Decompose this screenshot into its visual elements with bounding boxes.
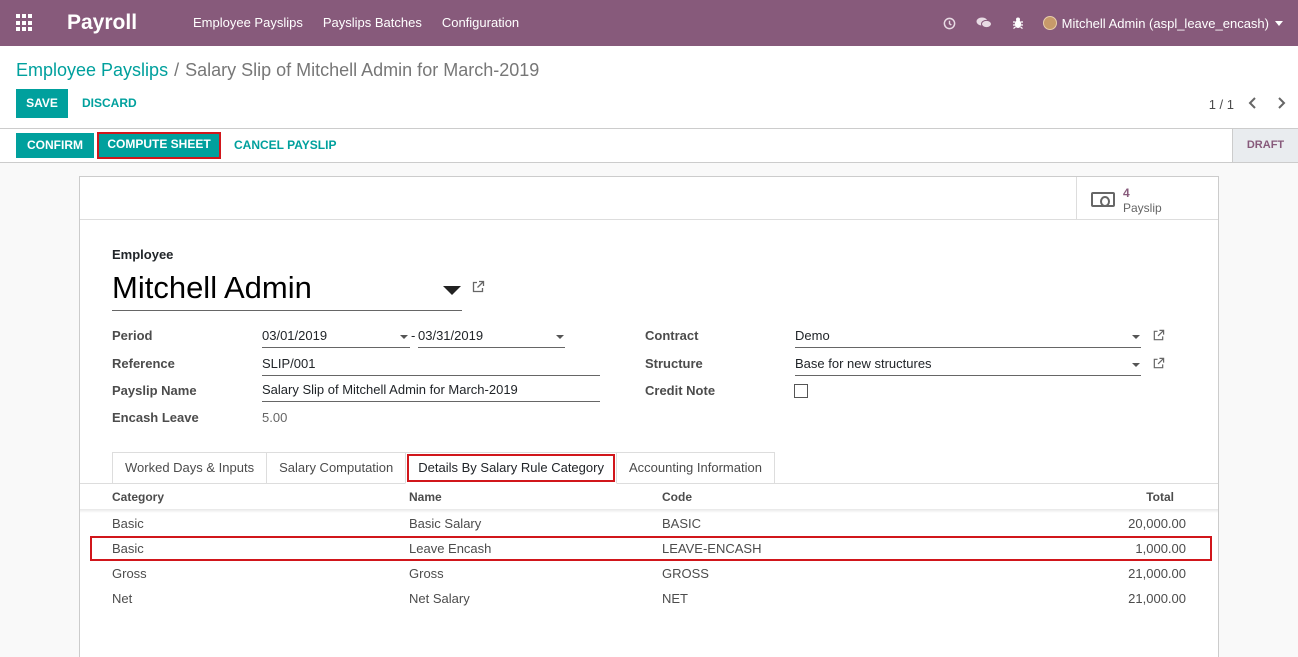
structure-field[interactable]: Base for new structures	[795, 354, 1141, 376]
credit-note-checkbox[interactable]	[794, 384, 808, 398]
pager-value[interactable]: 1 / 1	[1209, 97, 1234, 112]
column-category[interactable]: Category	[112, 490, 164, 504]
apps-menu-icon[interactable]	[16, 14, 34, 32]
status-bar: CONFIRM COMPUTE SHEET CANCEL PAYSLIP DRA…	[0, 129, 1298, 163]
date-separator: -	[411, 328, 416, 343]
table-row[interactable]: Basic Basic Salary BASIC 20,000.00	[80, 511, 1218, 536]
form-sheet: 4 Payslip Employee Mitchell Admin Period…	[79, 176, 1219, 657]
cell-name: Net Salary	[409, 591, 470, 606]
control-panel: Employee Payslips / Salary Slip of Mitchel…	[0, 46, 1298, 129]
notebook-tabs: Worked Days & Inputs Salary Computation …	[112, 452, 775, 484]
cell-total: 20,000.00	[1128, 516, 1186, 531]
tab-salary-computation[interactable]: Salary Computation	[266, 452, 407, 484]
column-code[interactable]: Code	[662, 490, 692, 504]
employee-field[interactable]: Mitchell Admin	[112, 269, 462, 311]
credit-note-label: Credit Note	[645, 383, 716, 398]
breadcrumb-separator: /	[174, 60, 180, 80]
encash-leave-value: 5.00	[262, 410, 288, 425]
confirm-button[interactable]: CONFIRM	[16, 133, 94, 158]
external-link-icon[interactable]	[471, 280, 485, 294]
discard-button[interactable]: DISCARD	[82, 96, 137, 110]
menu-item-configuration[interactable]: Configuration	[432, 0, 529, 46]
contract-caret-icon[interactable]	[1132, 335, 1140, 339]
table-header: Category Name Code Total	[80, 484, 1218, 510]
contract-external-link-icon[interactable]	[1152, 329, 1166, 343]
tab-worked-days-inputs[interactable]: Worked Days & Inputs	[112, 452, 268, 484]
payslip-name-label: Payslip Name	[112, 383, 197, 398]
tab-accounting-information[interactable]: Accounting Information	[615, 452, 775, 484]
cell-code: BASIC	[662, 516, 702, 531]
user-menu[interactable]: Mitchell Admin (aspl_leave_encash)	[1035, 16, 1298, 31]
chat-icon[interactable]	[967, 0, 1001, 46]
cell-category: Basic	[112, 516, 144, 531]
cell-code: GROSS	[662, 566, 709, 581]
cell-name: Leave Encash	[409, 541, 492, 556]
table-row-leave-encash[interactable]: Basic Leave Encash LEAVE-ENCASH 1,000.00	[90, 536, 1212, 561]
user-name: Mitchell Admin (aspl_leave_encash)	[1061, 15, 1269, 31]
breadcrumb-parent[interactable]: Employee Payslips	[16, 60, 168, 80]
chevron-left-icon[interactable]	[1244, 92, 1262, 114]
encash-leave-label: Encash Leave	[112, 410, 199, 425]
cell-category: Gross	[112, 566, 147, 581]
clock-icon[interactable]	[933, 0, 967, 46]
cell-code: LEAVE-ENCASH	[662, 541, 762, 556]
tab-details-by-salary-rule-category[interactable]: Details By Salary Rule Category	[405, 452, 617, 484]
main-menu: Employee Payslips Payslips Batches Confi…	[183, 0, 529, 46]
menu-item-payslips-batches[interactable]: Payslips Batches	[313, 0, 432, 46]
reference-input[interactable]: SLIP/001	[262, 354, 600, 376]
cell-category: Net	[112, 591, 133, 606]
cell-name: Basic Salary	[409, 516, 482, 531]
breadcrumb: Employee Payslips / Salary Slip of Mitchel…	[16, 60, 539, 81]
cancel-payslip-button[interactable]: CANCEL PAYSLIP	[234, 138, 336, 152]
cell-category: Basic	[112, 541, 144, 556]
date-from-input[interactable]: 03/01/2019	[262, 326, 410, 348]
employee-label: Employee	[112, 247, 174, 262]
bug-icon[interactable]	[1001, 0, 1035, 46]
cell-total: 1,000.00	[1135, 541, 1186, 556]
column-total[interactable]: Total	[1146, 490, 1174, 504]
payslip-count-label: Payslip	[1123, 201, 1162, 215]
employee-dropdown-icon[interactable]	[443, 286, 461, 295]
contract-field[interactable]: Demo	[795, 326, 1141, 348]
caret-down-icon	[1275, 20, 1283, 26]
chevron-right-icon[interactable]	[1272, 92, 1290, 114]
structure-external-link-icon[interactable]	[1152, 357, 1166, 371]
contract-label: Contract	[645, 328, 699, 343]
button-box: 4 Payslip	[80, 177, 1218, 220]
date-to-caret-icon[interactable]	[556, 335, 564, 339]
money-icon	[1091, 192, 1115, 207]
cell-code: NET	[662, 591, 688, 606]
breadcrumb-current: Salary Slip of Mitchell Admin for March-…	[185, 60, 540, 80]
menu-item-employee-payslips[interactable]: Employee Payslips	[183, 0, 313, 46]
date-from-caret-icon[interactable]	[400, 335, 408, 339]
date-to-input[interactable]: 03/31/2019	[418, 326, 565, 348]
table-row[interactable]: Net Net Salary NET 21,000.00	[80, 586, 1218, 611]
cell-total: 21,000.00	[1128, 566, 1186, 581]
payslip-count: 4	[1123, 186, 1130, 200]
top-navbar: Payroll Employee Payslips Payslips Batch…	[0, 0, 1298, 46]
cell-name: Gross	[409, 566, 444, 581]
reference-label: Reference	[112, 356, 175, 371]
cell-total: 21,000.00	[1128, 591, 1186, 606]
payslip-name-input[interactable]: Salary Slip of Mitchell Admin for March-…	[262, 380, 600, 402]
structure-caret-icon[interactable]	[1132, 363, 1140, 367]
app-brand[interactable]: Payroll	[67, 11, 137, 35]
avatar	[1042, 16, 1057, 30]
status-draft[interactable]: DRAFT	[1232, 129, 1298, 162]
period-label: Period	[112, 328, 153, 343]
save-button[interactable]: SAVE	[16, 89, 68, 118]
systray: Mitchell Admin (aspl_leave_encash)	[933, 0, 1298, 46]
column-name[interactable]: Name	[409, 490, 442, 504]
structure-label: Structure	[645, 356, 703, 371]
payslip-count-button[interactable]: 4 Payslip	[1076, 177, 1218, 220]
compute-sheet-button[interactable]: COMPUTE SHEET	[97, 132, 221, 159]
table-row[interactable]: Gross Gross GROSS 21,000.00	[80, 561, 1218, 586]
